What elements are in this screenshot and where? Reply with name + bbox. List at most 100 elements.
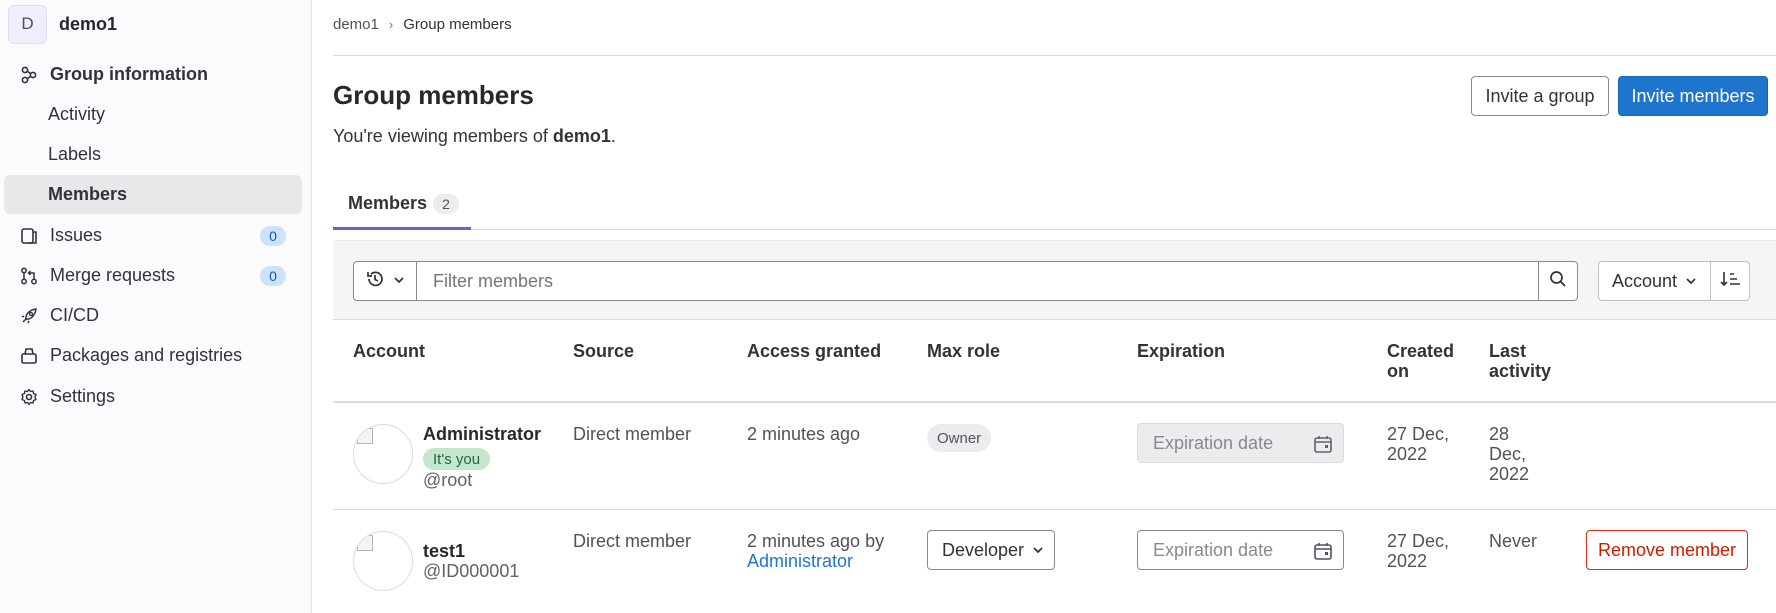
- date-line: Dec,: [1489, 444, 1527, 464]
- header-line: Last: [1489, 341, 1527, 361]
- column-header-max-role: Max role: [927, 341, 1001, 361]
- member-username: @root: [423, 470, 473, 490]
- access-granted-text: 2 minutes ago by: [747, 531, 885, 551]
- history-icon: [365, 269, 385, 294]
- calendar-icon: [1313, 434, 1333, 459]
- sidebar-item-label: Group information: [50, 64, 208, 84]
- sidebar-item-label: Labels: [48, 144, 102, 164]
- column-header-source: Source: [573, 341, 635, 361]
- sidebar-item-settings[interactable]: Settings: [4, 377, 302, 416]
- expiration-date-field: Expiration date: [1137, 423, 1344, 463]
- its-you-badge: It's you: [423, 448, 491, 470]
- tabs: Members 2: [333, 180, 1776, 230]
- header-line: Created: [1387, 341, 1455, 361]
- role-badge: Owner: [927, 424, 992, 452]
- subtitle-group-name: demo1: [552, 126, 611, 146]
- subtitle-prefix: You're viewing members of: [333, 126, 553, 146]
- sidebar-item-activity[interactable]: Activity: [4, 95, 302, 134]
- sidebar-item-label: CI/CD: [50, 305, 99, 325]
- access-granted-by-link[interactable]: Administrator: [747, 551, 884, 571]
- column-header-expiration: Expiration: [1137, 341, 1226, 361]
- chevron-down-icon: [1032, 540, 1044, 561]
- member-source: Direct member: [573, 531, 692, 551]
- header-line: activity: [1489, 361, 1552, 381]
- search-icon: [1549, 270, 1567, 293]
- breadcrumb-parent-link[interactable]: demo1: [333, 16, 379, 33]
- breadcrumb-separator: ›: [388, 17, 394, 32]
- breadcrumb-current[interactable]: Group members: [403, 16, 511, 33]
- page-subtitle: You're viewing members of demo1.: [333, 126, 616, 147]
- expiration-placeholder: Expiration date: [1153, 539, 1274, 560]
- sidebar-item-label: Merge requests: [50, 265, 176, 285]
- tab-members[interactable]: Members 2: [333, 180, 471, 230]
- page-title: Group members: [333, 80, 534, 110]
- chevron-down-icon: [393, 271, 405, 291]
- merge-request-icon: [18, 265, 40, 287]
- date-line: 27 Dec,: [1387, 531, 1450, 551]
- issues-count-badge: 0: [260, 226, 286, 246]
- subtitle-suffix: .: [610, 126, 616, 146]
- date-line: 2022: [1489, 464, 1530, 484]
- sidebar-item-merge-requests[interactable]: Merge requests 0: [4, 256, 302, 295]
- sidebar-item-label: Settings: [50, 386, 116, 406]
- date-line: 28: [1489, 424, 1510, 444]
- column-header-created-on: Created on: [1387, 341, 1454, 381]
- avatar[interactable]: [353, 424, 413, 484]
- sort-field-label: Account: [1612, 270, 1678, 291]
- role-dropdown[interactable]: Developer: [927, 530, 1055, 570]
- member-created-on: 27 Dec, 2022: [1387, 531, 1449, 571]
- member-name[interactable]: Administrator: [423, 424, 541, 445]
- search-button[interactable]: [1538, 261, 1578, 301]
- avatar[interactable]: [353, 531, 413, 591]
- sidebar-item-cicd[interactable]: CI/CD: [4, 296, 302, 335]
- member-created-on: 27 Dec, 2022: [1387, 424, 1449, 464]
- invite-members-button[interactable]: Invite members: [1618, 76, 1768, 116]
- date-line: 27 Dec,: [1387, 424, 1450, 444]
- table-row-divider: [333, 509, 1776, 510]
- member-name[interactable]: test1: [423, 541, 465, 562]
- expiration-placeholder: Expiration date: [1153, 432, 1274, 453]
- rocket-icon: [18, 305, 40, 327]
- member-source: Direct member: [573, 424, 692, 444]
- filter-bar: Account: [333, 240, 1776, 320]
- sort-direction-button[interactable]: [1710, 261, 1750, 301]
- remove-member-button[interactable]: Remove member: [1586, 530, 1748, 570]
- sort-field-dropdown[interactable]: Account: [1598, 261, 1711, 301]
- breadcrumb: demo1 › Group members: [333, 16, 512, 33]
- sort-ascending-icon: [1719, 270, 1741, 293]
- tab-label: Members: [348, 193, 428, 213]
- sidebar-item-label: Packages and registries: [50, 345, 243, 365]
- sidebar-header[interactable]: D demo1: [8, 4, 117, 44]
- header-divider: [333, 55, 1776, 56]
- sidebar-item-group-information[interactable]: Group information: [4, 55, 302, 94]
- member-last-activity: 28 Dec, 2022: [1489, 424, 1529, 484]
- role-dropdown-label: Developer: [942, 539, 1025, 560]
- group-avatar: D: [8, 4, 47, 44]
- issues-icon: [18, 225, 40, 247]
- search-history-button[interactable]: [353, 261, 417, 301]
- sidebar-item-issues[interactable]: Issues 0: [4, 216, 302, 255]
- sidebar-item-packages[interactable]: Packages and registries: [4, 336, 302, 375]
- chevron-down-icon: [1685, 271, 1697, 292]
- invite-group-button[interactable]: Invite a group: [1471, 76, 1609, 116]
- member-access-granted: 2 minutes ago: [747, 424, 861, 444]
- sidebar-item-label: Members: [48, 184, 128, 204]
- member-access-granted: 2 minutes ago by Administrator: [747, 531, 884, 571]
- sidebar-item-label: Issues: [50, 225, 103, 245]
- package-icon: [18, 345, 40, 367]
- tab-count-badge: 2: [433, 193, 460, 214]
- broken-image-icon: [357, 428, 373, 444]
- group-icon: [18, 64, 40, 86]
- calendar-icon[interactable]: [1313, 541, 1333, 566]
- sidebar-item-label: Activity: [48, 104, 106, 124]
- main-content: demo1 › Group members Group members You'…: [313, 0, 1776, 613]
- merge-requests-count-badge: 0: [260, 266, 286, 286]
- table-header-divider: [333, 401, 1776, 403]
- sidebar: D demo1 Group information Activity Label…: [0, 0, 312, 613]
- filter-members-input[interactable]: [416, 261, 1539, 301]
- expiration-date-field[interactable]: Expiration date: [1137, 530, 1344, 570]
- sidebar-item-labels[interactable]: Labels: [4, 135, 302, 174]
- member-last-activity: Never: [1489, 531, 1538, 551]
- sidebar-item-members[interactable]: Members: [4, 175, 302, 214]
- group-name: demo1: [59, 13, 118, 34]
